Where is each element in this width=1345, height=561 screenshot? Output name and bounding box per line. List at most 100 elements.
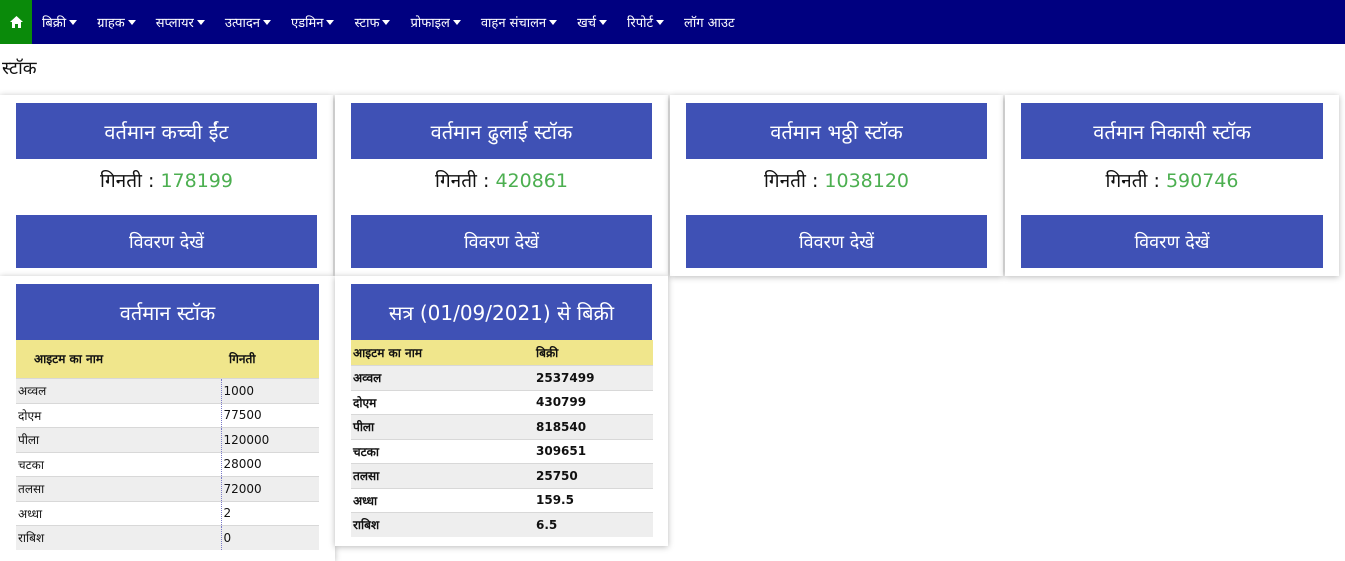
caret-down-icon (127, 19, 136, 25)
count-label: गिनती : (100, 170, 155, 192)
item-name: पीला (16, 426, 221, 452)
table-row: चटका 309651 (351, 438, 653, 463)
item-name: अध्धा (351, 487, 534, 512)
view-details-button[interactable]: विवरण देखें (1021, 215, 1323, 268)
count-value: 1038120 (824, 170, 910, 192)
item-sales: 6.5 (534, 511, 653, 537)
nav-item-label: खर्च (577, 16, 597, 31)
page-title: स्टॉक (2, 58, 37, 79)
table-row: चटका 28000 (16, 451, 319, 476)
count-label: गिनती : (435, 170, 490, 192)
card-title: वर्तमान ढुलाई स्टॉक (351, 103, 652, 159)
table-header-row: आइटम का नाम बिक्री (351, 340, 653, 365)
nav-item-label: एडमिन (290, 16, 324, 31)
view-details-button[interactable]: विवरण देखें (351, 215, 652, 268)
count-label: गिनती : (1105, 170, 1160, 192)
caret-down-icon (326, 19, 335, 25)
nav-item-label: उत्पादन (224, 16, 260, 31)
item-count: 72000 (220, 475, 319, 501)
card-title: वर्तमान स्टॉक (16, 284, 319, 340)
table-row: अव्वल 2537499 (351, 364, 653, 390)
item-sales: 818540 (534, 413, 653, 439)
table-row: तलसा 72000 (16, 475, 319, 501)
nav-item-report[interactable]: रिपोर्ट (617, 0, 674, 44)
stock-card-raw-brick: वर्तमान कच्ची ईंट गिनती : 178199 विवरण द… (0, 95, 333, 276)
item-name: चटका (351, 438, 534, 463)
item-name: अव्वल (351, 364, 534, 390)
nav-item-expense[interactable]: खर्च (567, 0, 617, 44)
caret-down-icon (69, 19, 78, 25)
view-details-button[interactable]: विवरण देखें (16, 215, 317, 268)
item-sales: 25750 (534, 462, 653, 488)
item-count: 1000 (220, 377, 319, 403)
column-header-item: आइटम का नाम (351, 340, 534, 365)
nav-item-production[interactable]: उत्पादन (215, 0, 281, 44)
item-count: 2 (220, 500, 319, 525)
table-row: अव्वल 1000 (16, 377, 319, 403)
nav-item-label: ग्राहक (97, 16, 125, 31)
item-sales: 159.5 (534, 487, 653, 512)
nav-item-sales[interactable]: बिक्री (32, 0, 87, 44)
item-name: राबिश (351, 511, 534, 537)
item-count: 77500 (220, 402, 319, 427)
item-sales: 430799 (534, 389, 653, 414)
caret-down-icon (196, 19, 205, 25)
item-sales: 2537499 (534, 364, 653, 390)
nav-item-label: वाहन संचालन (480, 16, 547, 31)
table-row: अध्धा 159.5 (351, 487, 653, 512)
count-row: गिनती : 1038120 (670, 167, 1003, 193)
table-row: तलसा 25750 (351, 462, 653, 488)
caret-down-icon (549, 19, 558, 25)
caret-down-icon (452, 19, 461, 25)
table-row: पीला 120000 (16, 426, 319, 452)
item-sales: 309651 (534, 438, 653, 463)
count-row: गिनती : 420861 (335, 167, 668, 193)
column-header-count: गिनती (221, 340, 319, 378)
caret-down-icon (262, 19, 271, 25)
nav-item-customer[interactable]: ग्राहक (87, 0, 146, 44)
stock-card-dispatch: वर्तमान निकासी स्टॉक गिनती : 590746 विवर… (1005, 95, 1339, 276)
card-title: वर्तमान भठ्ठी स्टॉक (686, 103, 987, 159)
column-header-item: आइटम का नाम (16, 340, 221, 378)
item-count: 28000 (220, 451, 319, 476)
card-title: सत्र (01/09/2021) से बिक्री (351, 284, 652, 340)
nav-item-label: बिक्री (42, 16, 67, 31)
card-title: वर्तमान निकासी स्टॉक (1021, 103, 1323, 159)
top-navbar: बिक्री ग्राहक सप्लायर उत्पादन एडमिन स्टा… (0, 0, 1345, 44)
nav-item-admin[interactable]: एडमिन (281, 0, 345, 44)
table-row: पीला 818540 (351, 413, 653, 439)
table-row: राबिश 6.5 (351, 511, 653, 537)
nav-item-staff[interactable]: स्टाफ (344, 0, 400, 44)
nav-item-label: रिपोर्ट (627, 16, 654, 31)
nav-item-supplier[interactable]: सप्लायर (146, 0, 215, 44)
home-button[interactable] (0, 0, 32, 44)
count-row: गिनती : 178199 (0, 167, 333, 193)
nav-item-label: स्टाफ (354, 16, 380, 31)
count-value: 590746 (1165, 170, 1239, 192)
count-row: गिनती : 590746 (1005, 167, 1339, 193)
item-name: अध्धा (16, 500, 221, 525)
count-label: गिनती : (763, 170, 819, 192)
count-value: 178199 (160, 170, 233, 192)
nav-menu: बिक्री ग्राहक सप्लायर उत्पादन एडमिन स्टा… (32, 0, 745, 44)
table-row: दोएम 77500 (16, 402, 319, 427)
item-name: राबिश (16, 524, 221, 550)
nav-item-label: प्रोफाइल (410, 16, 450, 31)
item-name: दोएम (16, 402, 221, 427)
item-name: तलसा (351, 462, 534, 488)
count-value: 420861 (495, 170, 568, 192)
nav-item-vehicle[interactable]: वाहन संचालन (471, 0, 567, 44)
current-stock-table: आइटम का नाम गिनती अव्वल 1000 दोएम 77500 पी… (16, 340, 319, 550)
view-details-button[interactable]: विवरण देखें (686, 215, 987, 268)
item-count: 120000 (220, 426, 319, 452)
column-header-sales: बिक्री (534, 340, 653, 365)
table-row: दोएम 430799 (351, 389, 653, 414)
item-count: 0 (220, 524, 319, 550)
item-name: दोएम (351, 389, 534, 414)
nav-item-label: लॉग आउट (684, 16, 735, 31)
nav-item-logout[interactable]: लॉग आउट (674, 0, 745, 44)
nav-item-profile[interactable]: प्रोफाइल (400, 0, 470, 44)
current-stock-card: वर्तमान स्टॉक आइटम का नाम गिनती अव्वल 100… (0, 276, 335, 561)
nav-item-label: सप्लायर (155, 16, 194, 31)
item-name: चटका (16, 451, 221, 476)
